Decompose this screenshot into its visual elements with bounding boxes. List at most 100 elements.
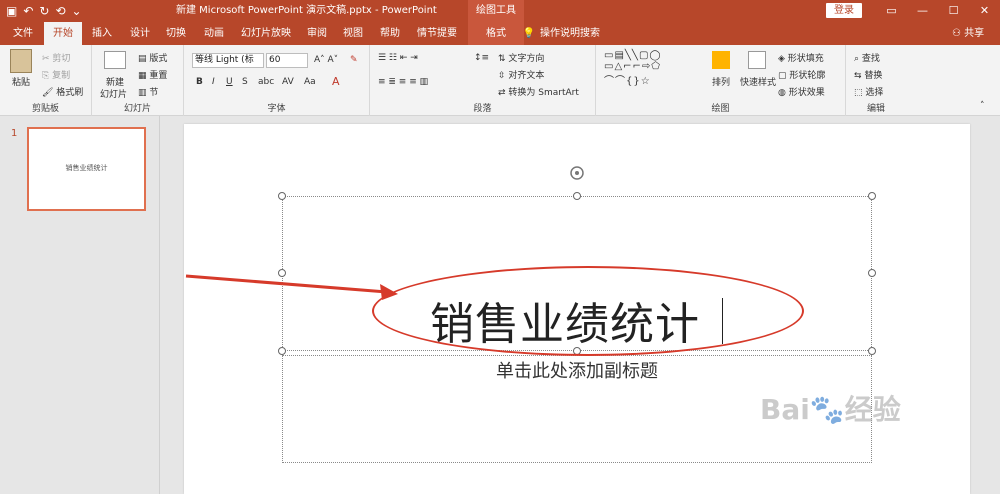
start-from-beginning-icon[interactable]: ⟲ xyxy=(55,0,65,22)
paragraph-group-label: 段落 xyxy=(473,104,492,114)
slide-thumbnail[interactable]: 销售业绩统计 xyxy=(27,127,146,211)
copy-button[interactable]: ⎘ 复制 xyxy=(42,68,70,81)
close-icon[interactable]: ✕ xyxy=(969,0,1000,22)
font-name-combo[interactable]: 等线 Light (标 xyxy=(192,53,264,68)
slide-thumbnail-pane: 1 销售业绩统计 xyxy=(0,116,160,494)
bold-icon[interactable]: B xyxy=(196,77,203,87)
shape-effects-button[interactable]: ◍ 形状效果 xyxy=(778,85,825,98)
collapse-ribbon-icon[interactable]: ˄ xyxy=(980,101,985,111)
tell-me-search[interactable]: 操作说明搜索 xyxy=(540,22,600,45)
quick-styles-icon[interactable] xyxy=(748,51,766,69)
character-spacing-icon[interactable]: AV xyxy=(282,77,294,87)
slides-group: 新建 幻灯片 ▤ 版式 ▦ 重置 ▥ 节 幻灯片 xyxy=(92,45,184,116)
shape-fill-button[interactable]: ◈ 形状填充 xyxy=(778,51,824,64)
section-button[interactable]: ▥ 节 xyxy=(138,85,158,98)
resize-handle[interactable] xyxy=(573,192,581,200)
align-icons[interactable]: ≡ ≣ ≡ ≡ ▥ xyxy=(378,77,428,87)
line-spacing-icon[interactable]: ↕≡ xyxy=(474,53,489,63)
tab-animations[interactable]: 动画 xyxy=(198,22,230,45)
slide-canvas[interactable]: 销售业绩统计 单击此处添加副标题 xyxy=(184,124,970,494)
tab-insert[interactable]: 插入 xyxy=(86,22,118,45)
paragraph-group: ☰ ☷ ⇤ ⇥ ≡ ≣ ≡ ≡ ▥ ↕≡ ⇅ 文字方向 ⇳ 对齐文本 ⇄ 转换为… xyxy=(370,45,596,116)
drawing-group-label: 绘图 xyxy=(711,104,730,114)
tab-storyboard[interactable]: 情节提要 xyxy=(412,22,462,45)
grow-font-icon[interactable]: A˄ A˅ xyxy=(314,55,338,65)
font-group-label: 字体 xyxy=(267,104,286,114)
maximize-icon[interactable]: ☐ xyxy=(938,0,969,22)
share-button[interactable]: ⚇ 共享 xyxy=(952,22,984,45)
quick-styles-button[interactable]: 快速样式 xyxy=(740,75,776,88)
resize-handle[interactable] xyxy=(868,269,876,277)
tab-help[interactable]: 帮助 xyxy=(374,22,406,45)
ribbon: 粘贴 ✂ 剪切 ⎘ 复制 🖌 格式刷 剪贴板 新建 幻灯片 ▤ 版式 ▦ 重置 … xyxy=(0,45,1000,116)
tab-format[interactable]: 格式 xyxy=(468,22,524,45)
select-button[interactable]: ⬚ 选择 xyxy=(854,85,883,98)
paste-icon[interactable] xyxy=(10,49,32,73)
text-direction-button[interactable]: ⇅ 文字方向 xyxy=(498,51,544,64)
ribbon-display-icon[interactable]: ▭ xyxy=(876,0,907,22)
format-painter-button[interactable]: 🖌 格式刷 xyxy=(42,85,83,98)
person-icon: ⚇ xyxy=(952,28,961,39)
font-color-icon[interactable]: A xyxy=(332,75,340,88)
align-text-button[interactable]: ⇳ 对齐文本 xyxy=(498,68,544,81)
editing-group: ⌕ 查找 ⇆ 替换 ⬚ 选择 编辑 xyxy=(846,45,906,116)
clear-formatting-icon[interactable]: ✎ xyxy=(350,55,358,65)
watermark-logo-icon: Bai🐾经验 xyxy=(760,393,901,426)
customize-qat-icon[interactable]: ⌄ xyxy=(72,0,82,22)
drawing-group: ▭▤╲╲▢◯ ▭△⌐⌐⇨⬠ ⌒⌒{}☆ 排列 快速样式 ◈ 形状填充 ▢ 形状轮廓 … xyxy=(596,45,846,116)
shapes-gallery[interactable]: ▭▤╲╲▢◯ ▭△⌐⌐⇨⬠ ⌒⌒{}☆ xyxy=(604,50,662,87)
lightbulb-icon: 💡 xyxy=(522,28,536,39)
underline-icon[interactable]: U xyxy=(226,77,233,87)
slides-group-label: 幻灯片 xyxy=(123,104,151,114)
change-case-icon[interactable]: Aa xyxy=(304,77,316,87)
resize-handle[interactable] xyxy=(868,192,876,200)
resize-handle[interactable] xyxy=(868,347,876,355)
share-label: 共享 xyxy=(964,28,985,39)
tab-review[interactable]: 审阅 xyxy=(302,22,332,45)
clipboard-group: 粘贴 ✂ 剪切 ⎘ 复制 🖌 格式刷 剪贴板 xyxy=(0,45,92,116)
tab-slideshow[interactable]: 幻灯片放映 xyxy=(236,22,296,45)
save-icon[interactable]: ▣ xyxy=(6,0,17,22)
cut-button[interactable]: ✂ 剪切 xyxy=(42,51,70,64)
resize-handle[interactable] xyxy=(278,192,286,200)
window-title: 新建 Microsoft PowerPoint 演示文稿.pptx - Powe… xyxy=(176,5,437,16)
replace-button[interactable]: ⇆ 替换 xyxy=(854,68,882,81)
shadow-icon[interactable]: S xyxy=(242,77,248,87)
tab-file[interactable]: 文件 xyxy=(6,22,40,45)
tab-view[interactable]: 视图 xyxy=(338,22,368,45)
slide-subtitle[interactable]: 单击此处添加副标题 xyxy=(184,357,970,383)
reset-button[interactable]: ▦ 重置 xyxy=(138,68,167,81)
annotation-ellipse xyxy=(372,266,804,356)
minimize-icon[interactable]: — xyxy=(907,0,938,22)
rotate-handle-icon[interactable] xyxy=(568,164,586,182)
drawing-tools-header: 绘图工具 xyxy=(468,0,524,22)
resize-handle[interactable] xyxy=(278,347,286,355)
redo-icon[interactable]: ↻ xyxy=(39,0,49,22)
resize-handle[interactable] xyxy=(278,269,286,277)
tab-home[interactable]: 开始 xyxy=(44,22,82,45)
paste-button[interactable]: 粘贴 xyxy=(12,75,30,88)
quick-access-toolbar: ▣ ↶ ↻ ⟲ ⌄ xyxy=(6,0,82,22)
arrange-button[interactable]: 排列 xyxy=(712,75,730,88)
thumbnail-title: 销售业绩统计 xyxy=(65,164,108,172)
shape-outline-button[interactable]: ▢ 形状轮廓 xyxy=(778,68,825,81)
font-size-combo[interactable]: 60 xyxy=(266,53,308,68)
italic-icon[interactable]: I xyxy=(212,77,215,87)
new-slide-icon[interactable] xyxy=(104,51,126,69)
editing-group-label: 编辑 xyxy=(866,104,885,114)
slide-number: 1 xyxy=(11,128,18,139)
login-button[interactable]: 登录 xyxy=(826,3,862,18)
title-bar: ▣ ↶ ↻ ⟲ ⌄ 新建 Microsoft PowerPoint 演示文稿.p… xyxy=(0,0,1000,22)
smartart-button[interactable]: ⇄ 转换为 SmartArt xyxy=(498,85,579,98)
ribbon-tabs: 文件 开始 插入 设计 切换 动画 幻灯片放映 审阅 视图 帮助 情节提要 格式… xyxy=(0,22,1000,45)
strikethrough-icon[interactable]: abc xyxy=(258,77,274,87)
undo-icon[interactable]: ↶ xyxy=(23,0,33,22)
tab-design[interactable]: 设计 xyxy=(124,22,156,45)
bullets-icon[interactable]: ☰ ☷ ⇤ ⇥ xyxy=(378,53,418,63)
new-slide-button-2[interactable]: 幻灯片 xyxy=(100,87,127,100)
arrange-icon[interactable] xyxy=(712,51,730,69)
clipboard-group-label: 剪贴板 xyxy=(31,104,59,114)
tab-transitions[interactable]: 切换 xyxy=(160,22,192,45)
find-button[interactable]: ⌕ 查找 xyxy=(854,51,880,64)
layout-button[interactable]: ▤ 版式 xyxy=(138,51,167,64)
